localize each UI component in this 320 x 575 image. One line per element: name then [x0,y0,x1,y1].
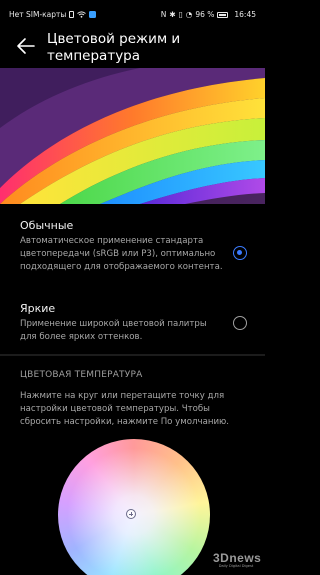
wheel-handle[interactable] [126,509,136,519]
nfc-icon: N [160,9,167,19]
vibrate-icon: ▯ [178,9,183,19]
watermark-logo: 3Dnews [213,551,262,565]
carrier-text: Нет SIM-карты [9,10,67,19]
option-title: Яркие [20,302,56,315]
color-temperature-wheel[interactable] [58,439,210,575]
wifi-icon [77,11,87,18]
arrow-left-icon[interactable] [14,34,38,58]
watermark: 3Dnews Daily Digital Digest [213,551,262,569]
radio-button-selected[interactable] [233,246,247,260]
color-preview-image [0,68,265,204]
status-right: N ✱ ▯ ◔ 96 % 16:45 [161,10,256,19]
app-bar: Цветовой режим и температура [0,30,265,66]
clock-text: 16:45 [234,10,256,19]
status-left: Нет SIM-карты [9,10,97,19]
option-description: Автоматическое применение стандарта цвет… [20,236,223,272]
status-bar: Нет SIM-карты N ✱ ▯ ◔ 96 % 16:45 [0,0,265,30]
battery-text: 96 % [195,10,215,19]
sim-icon [69,11,75,18]
section-description: Нажмите на круг или перетащите точку для… [20,391,230,427]
mode-option-vivid[interactable]: Яркие Применение широкой цветовой палитр… [20,302,250,344]
watermark-subtitle: Daily Digital Digest [218,564,254,568]
section-header: ЦВЕТОВАЯ ТЕМПЕРАТУРА [20,370,143,380]
bluetooth-icon: ✱ [169,9,176,19]
page-title: Цветовой режим и температура [47,31,181,64]
alarm-icon: ◔ [185,9,193,19]
notification-icon [89,11,97,18]
battery-icon [217,11,229,18]
option-title: Обычные [20,219,74,232]
section-divider [0,354,265,356]
mode-option-normal[interactable]: Обычные Автоматическое применение станда… [20,219,250,274]
option-description: Применение широкой цветовой палитры для … [20,319,207,342]
radio-button[interactable] [233,316,247,330]
